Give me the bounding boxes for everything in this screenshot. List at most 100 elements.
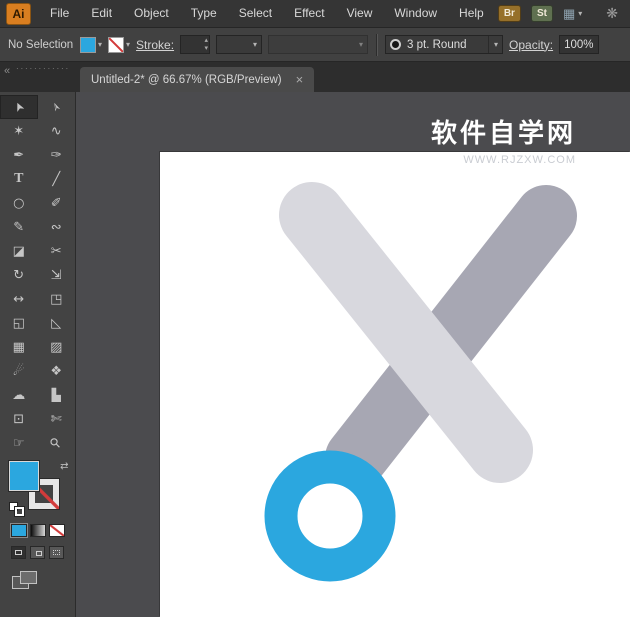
ellipse-tool-icon: ○	[13, 197, 24, 210]
grip-dots-icon: ∙∙∙∙∙∙∙∙∙∙∙∙	[16, 63, 70, 73]
gradient-button[interactable]	[30, 524, 46, 537]
stroke-color-picker[interactable]: ▾	[108, 37, 130, 53]
menu-window[interactable]: Window	[383, 0, 448, 27]
gradient-tool[interactable]: ▨	[38, 335, 76, 359]
hand-tool[interactable]: ☞	[0, 431, 38, 455]
magic-wand-tool[interactable]: ✶	[0, 119, 38, 143]
none-button[interactable]	[49, 524, 65, 537]
scissors-tool-icon: ✂	[51, 245, 62, 258]
document-tab[interactable]: Untitled-2* @ 66.67% (RGB/Preview) ×	[80, 67, 314, 92]
chevron-down-icon[interactable]: ▾	[126, 41, 130, 49]
swap-fill-stroke-icon[interactable]: ⇄	[60, 461, 68, 472]
paintbrush-tool[interactable]: ✐	[38, 191, 76, 215]
stroke-swatch[interactable]	[108, 37, 124, 53]
artboard[interactable]	[160, 152, 630, 617]
chevron-down-icon[interactable]: ▾	[488, 36, 498, 53]
curvature-tool[interactable]: ✑	[38, 143, 76, 167]
step-up-icon[interactable]: ▴	[205, 37, 209, 45]
menu-object[interactable]: Object	[123, 0, 180, 27]
fill-indicator[interactable]	[9, 461, 39, 491]
menu-edit[interactable]: Edit	[80, 0, 123, 27]
direct-selection-tool[interactable]: ➢	[38, 95, 76, 119]
separator	[376, 34, 377, 56]
stroke-weight-dropdown[interactable]: ▾	[216, 35, 262, 54]
magic-wand-tool-icon: ✶	[13, 125, 24, 138]
default-fill-stroke-icon[interactable]	[9, 502, 27, 517]
pen-tool[interactable]: ✒	[0, 143, 38, 167]
menu-help[interactable]: Help	[448, 0, 495, 27]
close-tab-icon[interactable]: ×	[296, 73, 304, 86]
fill-color-picker[interactable]: ▾	[80, 37, 102, 53]
step-down-icon[interactable]: ▾	[205, 45, 209, 53]
width-tool[interactable]: ↔	[0, 287, 38, 311]
lasso-tool[interactable]: ∿	[38, 119, 76, 143]
stroke-label[interactable]: Stroke:	[136, 38, 174, 52]
width-tool-icon: ↔	[13, 293, 24, 306]
shape-builder-tool-icon: ◱	[13, 317, 25, 330]
scale-tool[interactable]: ⇲	[38, 263, 76, 287]
selection-tool[interactable]: ➤	[0, 95, 38, 119]
chevron-down-icon[interactable]: ▾	[98, 41, 102, 49]
pencil-tool-icon: ✎	[13, 221, 24, 234]
menu-select[interactable]: Select	[228, 0, 283, 27]
main-area: ➤ ➢ ✶ ∿ ✒ ✑ T ╱ ○ ✐ ✎ ∾ ◪ ✂ ↻ ⇲ ↔ ◳ ◱ ◺ …	[0, 92, 630, 617]
mesh-tool[interactable]: ▦	[0, 335, 38, 359]
column-graph-tool-icon: ▙	[52, 389, 61, 401]
selection-tool-icon: ➤	[11, 100, 26, 114]
scissors-tool[interactable]: ✂	[38, 239, 76, 263]
slice-tool-icon: ✄	[51, 413, 62, 426]
rotate-tool[interactable]: ↻	[0, 263, 38, 287]
pencil-tool[interactable]: ✎	[0, 215, 38, 239]
main-menus: File Edit Object Type Select Effect View…	[39, 0, 495, 27]
column-graph-tool[interactable]: ▙	[38, 383, 76, 407]
symbol-sprayer-tool[interactable]: ☁	[0, 383, 38, 407]
sync-icon[interactable]: ❋	[606, 6, 618, 22]
menu-view[interactable]: View	[336, 0, 384, 27]
draw-normal-button[interactable]	[11, 546, 26, 559]
fill-stroke-control: ⇄	[7, 461, 69, 517]
menu-type[interactable]: Type	[180, 0, 228, 27]
fill-swatch[interactable]	[80, 37, 96, 53]
line-segment-tool[interactable]: ╱	[38, 167, 76, 191]
shaper-tool[interactable]: ∾	[38, 215, 76, 239]
blend-tool[interactable]: ❖	[38, 359, 76, 383]
line-segment-tool-icon: ╱	[52, 173, 60, 186]
collapse-panel-icon[interactable]: «	[4, 65, 10, 77]
stepper-arrows: ▴ ▾	[205, 37, 209, 53]
variable-width-profile-dropdown[interactable]: ▾	[268, 35, 368, 54]
direct-selection-tool-icon: ➢	[49, 100, 64, 114]
slice-tool[interactable]: ✄	[38, 407, 76, 431]
type-tool[interactable]: T	[0, 167, 38, 191]
menu-file[interactable]: File	[39, 0, 80, 27]
chevron-down-icon: ▾	[578, 10, 582, 18]
free-transform-tool[interactable]: ◳	[38, 287, 76, 311]
color-button[interactable]	[11, 524, 27, 537]
watermark-title: 软件自学网	[431, 113, 576, 150]
opacity-input[interactable]: 100%	[559, 35, 599, 54]
paintbrush-tool-icon: ✐	[51, 197, 62, 210]
ellipse-tool[interactable]: ○	[0, 191, 38, 215]
draw-inside-button[interactable]	[49, 546, 64, 559]
stroke-weight-stepper[interactable]: ▴ ▾	[180, 35, 210, 54]
menubar-right: Br St ▦ ▾ ❋	[498, 5, 630, 22]
eraser-tool-icon: ◪	[13, 245, 25, 258]
eraser-tool[interactable]: ◪	[0, 239, 38, 263]
draw-behind-button[interactable]	[30, 546, 45, 559]
workspace-switcher[interactable]: ▦ ▾	[563, 6, 582, 22]
app-logo[interactable]: Ai	[6, 3, 31, 25]
scissors-artwork	[160, 152, 630, 617]
stock-button[interactable]: St	[531, 5, 553, 22]
rotate-tool-icon: ↻	[13, 269, 24, 282]
brush-definition-dropdown[interactable]: 3 pt. Round ▾	[385, 35, 503, 54]
zoom-tool[interactable]: ⚲	[38, 431, 76, 455]
eyedropper-tool[interactable]: ☄	[0, 359, 38, 383]
bridge-button[interactable]: Br	[498, 5, 521, 22]
canvas[interactable]: 软件自学网 WWW.RJZXW.COM	[76, 92, 630, 617]
opacity-label[interactable]: Opacity:	[509, 38, 553, 52]
toolbar-grip[interactable]: « ∙∙∙∙∙∙∙∙∙∙∙∙	[0, 62, 80, 92]
menu-effect[interactable]: Effect	[283, 0, 335, 27]
artboard-tool[interactable]: ⊡	[0, 407, 38, 431]
screen-mode-button[interactable]	[12, 571, 40, 593]
shape-builder-tool[interactable]: ◱	[0, 311, 38, 335]
perspective-grid-tool[interactable]: ◺	[38, 311, 76, 335]
